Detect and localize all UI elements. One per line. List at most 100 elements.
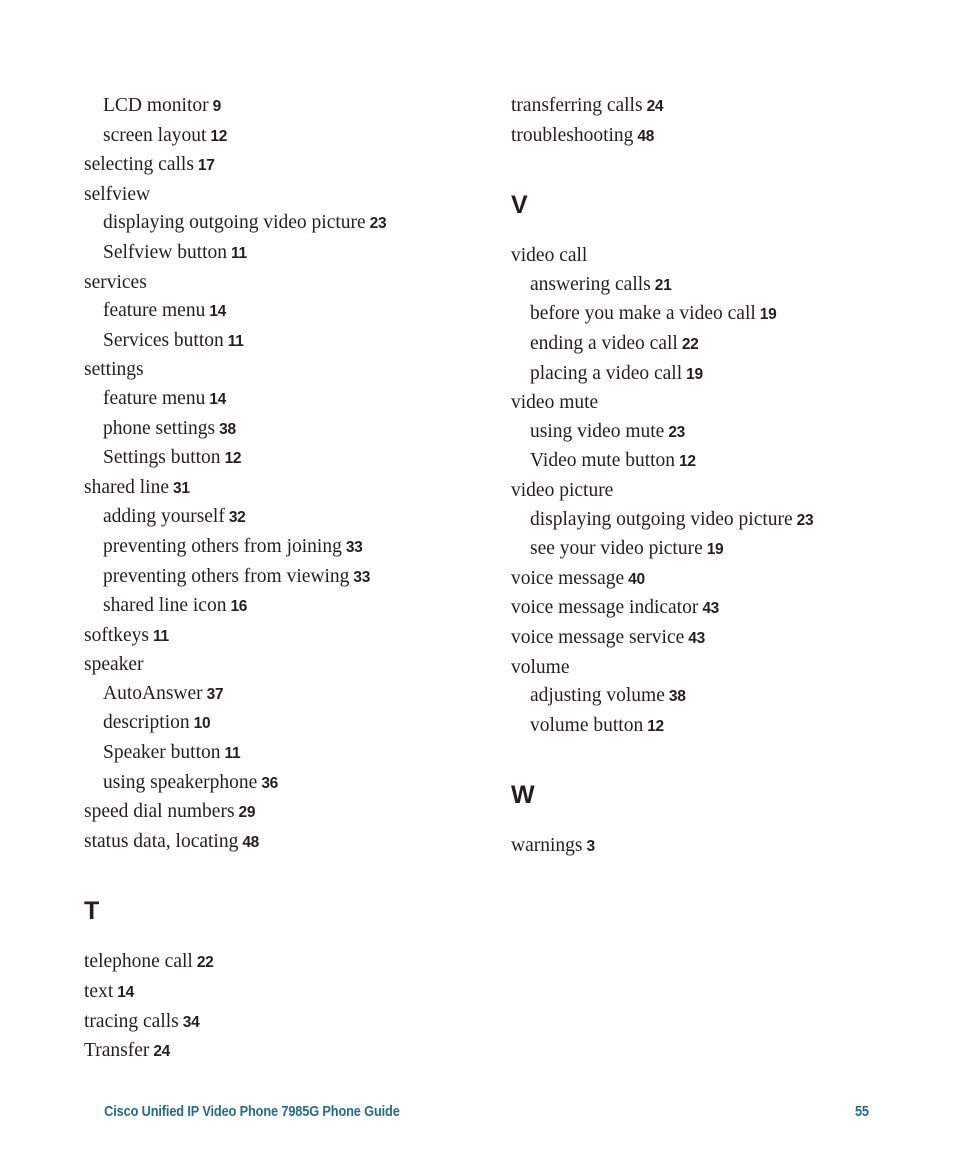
index-entry: softkeys 11 xyxy=(84,622,484,652)
index-subentry: displaying outgoing video picture 23 xyxy=(84,209,484,239)
index-entry-label: selfview xyxy=(84,183,151,205)
index-entry-label: screen layout xyxy=(103,124,207,146)
index-subentry: see your video picture 19 xyxy=(511,535,911,565)
index-subentry: volume button 12 xyxy=(511,712,911,742)
index-entry-label: feature menu xyxy=(103,387,206,409)
index-entry-page-number: 33 xyxy=(353,568,371,586)
index-entry-page-number: 12 xyxy=(224,450,242,468)
index-entry: warnings 3 xyxy=(511,832,911,862)
index-entry-page-number: 12 xyxy=(210,127,228,145)
index-entry-page-number: 21 xyxy=(654,276,672,294)
index-subentry: LCD monitor 9 xyxy=(84,92,484,122)
index-entry-page-number: 19 xyxy=(759,306,777,324)
index-entry-label: answering calls xyxy=(530,273,651,295)
index-columns: LCD monitor 9 screen layout 12 selecting cal… xyxy=(0,0,954,1061)
index-entry: voice message service 43 xyxy=(511,624,911,654)
index-entry-page-number: 12 xyxy=(647,717,664,735)
section-letter-heading: V xyxy=(511,191,528,220)
index-entry-label: selecting calls xyxy=(84,154,194,176)
index-subentry: feature menu 14 xyxy=(84,297,484,327)
index-entry: selfview xyxy=(84,181,484,210)
index-entry-label: LCD monitor xyxy=(103,95,209,116)
index-entry-label: Settings button xyxy=(103,447,221,469)
index-entry-page-number: 38 xyxy=(668,688,686,706)
index-entry: selecting calls 17 xyxy=(84,151,484,181)
index-entry-page-number: 36 xyxy=(261,774,278,792)
index-section: transferring calls 24 troubleshooting 48 xyxy=(511,92,911,151)
index-entry-page-number: 24 xyxy=(646,98,664,115)
index-entry: Transfer 24 xyxy=(84,1037,484,1067)
index-entry: services xyxy=(84,269,484,298)
index-entry-label: video mute xyxy=(511,392,599,414)
index-entry-page-number: 33 xyxy=(345,538,363,556)
index-entry: telephone call 22 xyxy=(84,948,484,978)
index-entry-page-number: 22 xyxy=(196,954,214,972)
index-entry: status data, locating 48 xyxy=(84,828,484,858)
index-entry-page-number: 29 xyxy=(238,804,256,822)
index-subentry: Selfview button 11 xyxy=(84,239,484,269)
index-entry-page-number: 9 xyxy=(212,98,222,115)
index-entry-label: preventing others from joining xyxy=(103,535,342,557)
index-entry-page-number: 16 xyxy=(230,598,248,616)
index-entry-page-number: 37 xyxy=(206,685,224,703)
index-entry-page-number: 31 xyxy=(173,479,190,497)
index-subentry: Services button 11 xyxy=(84,327,484,357)
index-subentry: preventing others from viewing 33 xyxy=(84,563,484,593)
index-subentry: phone settings 38 xyxy=(84,415,484,445)
index-entry-label: voice message service xyxy=(511,626,685,648)
index-subentry: Video mute button 12 xyxy=(511,447,911,477)
index-entry-label: using speakerphone xyxy=(103,771,258,793)
index-entry-label: Selfview button xyxy=(103,241,228,263)
index-entry-label: troubleshooting xyxy=(511,124,634,146)
index-entry-page-number: 34 xyxy=(182,1013,200,1031)
index-section: LCD monitor 9 screen layout 12 selecting cal… xyxy=(84,92,484,857)
index-entry-label: Speaker button xyxy=(103,742,221,764)
index-entry: settings xyxy=(84,356,484,385)
index-entry-label: feature menu xyxy=(103,300,206,322)
index-entry: troubleshooting 48 xyxy=(511,122,911,152)
index-subentry: using video mute 23 xyxy=(511,418,911,448)
index-entry-label: AutoAnswer xyxy=(103,682,203,704)
index-subentry: adding yourself 32 xyxy=(84,503,484,533)
index-entry: tracing calls 34 xyxy=(84,1008,484,1038)
index-entry-page-number: 48 xyxy=(637,127,655,145)
index-subentry: adjusting volume 38 xyxy=(511,682,911,712)
index-entry-label: settings xyxy=(84,359,144,381)
index-entry-page-number: 19 xyxy=(686,365,703,383)
index-entry: video picture xyxy=(511,477,911,506)
index-subentry: Settings button 12 xyxy=(84,444,484,474)
index-entry-list: video call answering calls 21 before you ma… xyxy=(511,242,911,741)
index-entry-label: displaying outgoing video picture xyxy=(530,508,793,530)
index-entry: voice message 40 xyxy=(511,565,911,595)
index-entry-label: status data, locating xyxy=(84,830,239,852)
index-entry-list: transferring calls 24 troubleshooting 48 xyxy=(511,92,911,151)
index-subentry: using speakerphone 36 xyxy=(84,769,484,799)
page-footer: Cisco Unified IP Video Phone 7985G Phone… xyxy=(84,1104,870,1126)
index-entry-page-number: 22 xyxy=(681,335,699,353)
footer-page-number: 55 xyxy=(855,1104,870,1120)
index-subentry: description 10 xyxy=(84,709,484,739)
footer-document-title: Cisco Unified IP Video Phone 7985G Phone… xyxy=(104,1104,400,1120)
index-subentry: answering calls 21 xyxy=(511,271,911,301)
index-entry-label: tracing calls xyxy=(84,1010,179,1032)
index-entry-label: telephone call xyxy=(84,951,193,973)
index-entry-page-number: 19 xyxy=(706,541,724,559)
index-entry-page-number: 14 xyxy=(117,984,134,1002)
index-subentry: before you make a video call 19 xyxy=(511,300,911,330)
index-entry-label: video call xyxy=(511,245,588,267)
index-entry-label: Video mute button xyxy=(530,450,676,472)
index-subentry: screen layout 12 xyxy=(84,122,484,152)
index-entry-label: volume button xyxy=(530,714,644,736)
index-entry-label: transferring calls xyxy=(511,95,643,116)
index-entry-page-number: 38 xyxy=(219,420,236,438)
index-entry-page-number: 14 xyxy=(209,390,226,408)
index-entry-label: shared line icon xyxy=(103,595,227,617)
index-entry-label: displaying outgoing video picture xyxy=(103,212,366,234)
index-entry-label: text xyxy=(84,981,114,1003)
index-entry-label: placing a video call xyxy=(530,362,683,384)
index-column-left: LCD monitor 9 screen layout 12 selecting cal… xyxy=(84,92,484,1067)
index-entry-page-number: 48 xyxy=(242,833,259,851)
index-entry-label: see your video picture xyxy=(530,538,703,560)
index-column-right: transferring calls 24 troubleshooting 48 Vvi… xyxy=(511,92,911,862)
index-subentry: placing a video call 19 xyxy=(511,360,911,390)
